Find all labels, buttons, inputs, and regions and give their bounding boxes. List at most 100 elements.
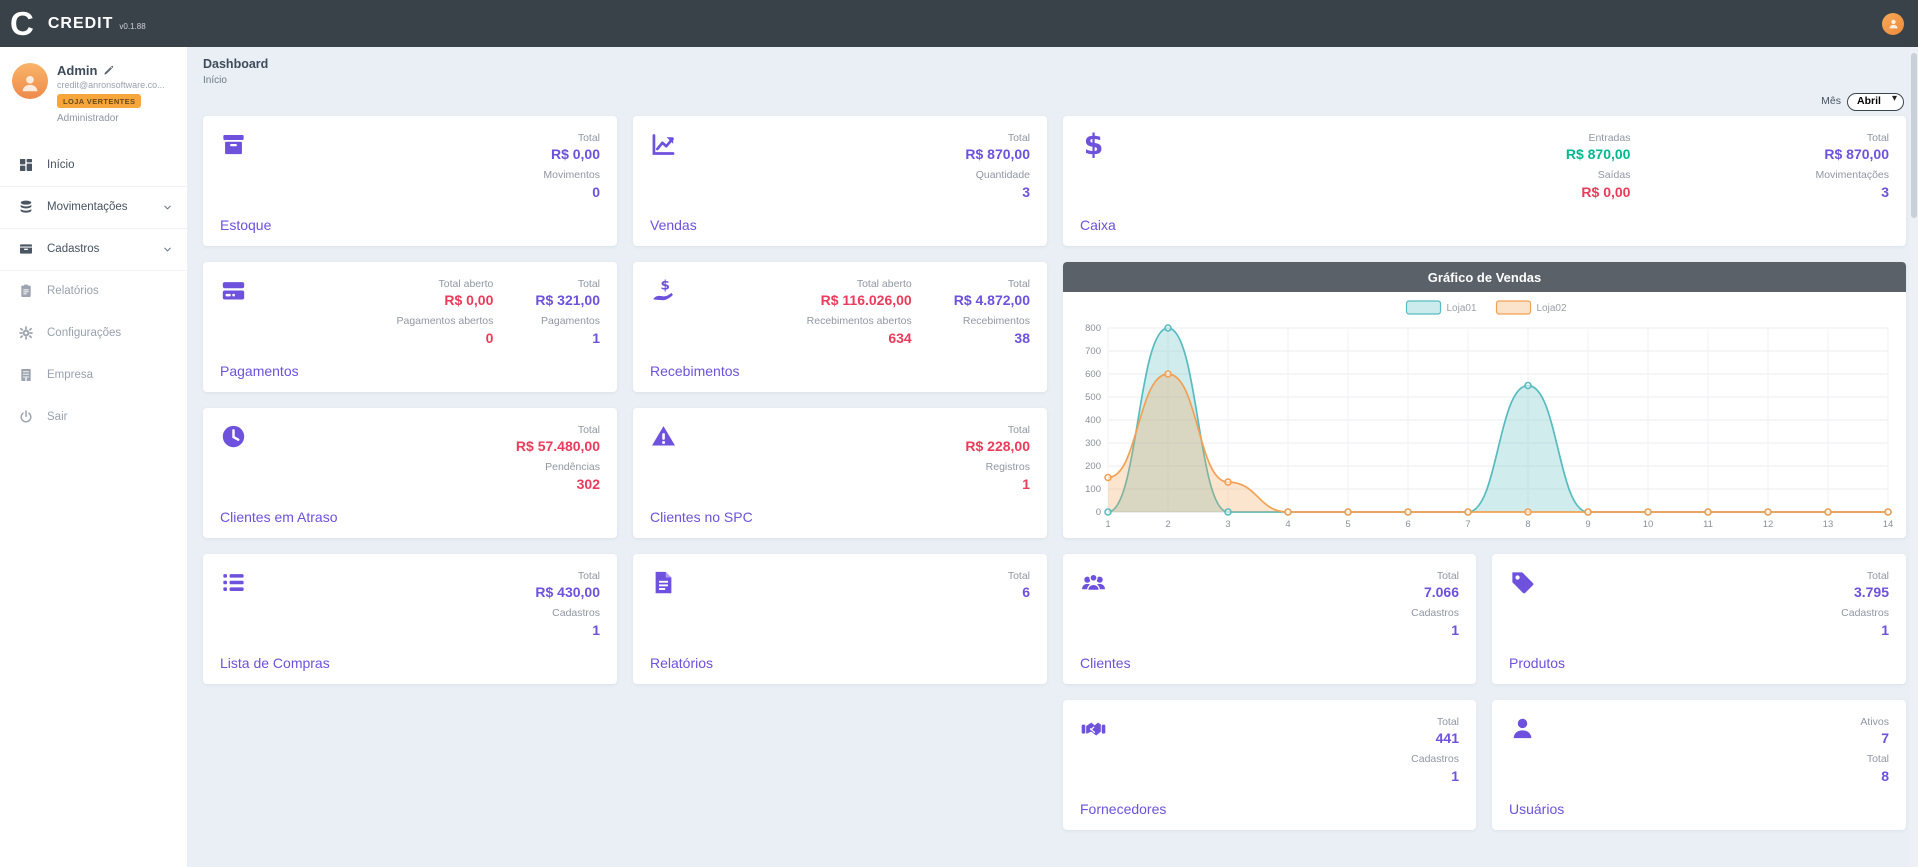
stat-label: Pagamentos abertos	[396, 314, 493, 328]
file-icon	[650, 569, 677, 596]
card-stats: TotalR$ 430,00Cadastros1	[535, 569, 600, 671]
card-lista-de-compras[interactable]: Lista de Compras TotalR$ 430,00Cadastros1	[203, 554, 617, 684]
tag-icon	[1509, 569, 1536, 596]
box-icon	[220, 131, 247, 158]
card-title: Caixa	[1080, 217, 1116, 233]
clipboard-icon	[18, 283, 34, 299]
stat-value: R$ 4.872,00	[954, 291, 1030, 309]
building-icon	[18, 367, 34, 383]
sidebar-item-label: Empresa	[47, 369, 173, 381]
stat-value: 7.066	[1424, 583, 1459, 601]
card-title: Recebimentos	[650, 363, 740, 379]
card-title: Lista de Compras	[220, 655, 330, 671]
month-filter-label: Mês	[1821, 95, 1841, 107]
card-vendas[interactable]: VendasTotalR$ 870,00Quantidade3	[633, 116, 1047, 246]
users-icon	[1080, 569, 1107, 596]
sidebar-item-empresa[interactable]: Empresa	[0, 354, 187, 396]
stat-value: 1	[1451, 767, 1459, 785]
svg-text:9: 9	[1585, 519, 1590, 530]
scrollbar-track	[1910, 47, 1918, 867]
stat-value: R$ 870,00	[1566, 145, 1631, 163]
chevron-down-icon	[162, 244, 173, 255]
card-estoque[interactable]: EstoqueTotalR$ 0,00Movimentos0	[203, 116, 617, 246]
profile-avatar[interactable]	[12, 63, 48, 99]
database-icon	[18, 199, 34, 215]
stat-label: Ativos	[1860, 715, 1889, 729]
scrollbar-thumb[interactable]	[1911, 53, 1917, 218]
grid-icon	[18, 157, 34, 173]
stat-label: Total aberto	[857, 277, 912, 291]
main-content: Dashboard Início Mês Abril EstoqueTotalR…	[187, 47, 1918, 867]
card-stats: TotalR$ 870,00Quantidade3	[965, 131, 1030, 233]
card-pagamentos[interactable]: PagamentosTotal abertoR$ 0,00Pagamentos …	[203, 262, 617, 392]
stat-label: Total	[1867, 752, 1889, 766]
card-left: Estoque	[220, 131, 271, 233]
stat-value: R$ 0,00	[1581, 183, 1630, 201]
sidebar-menu: InícioMovimentaçõesCadastrosRelatóriosCo…	[0, 144, 187, 438]
card-relatorios[interactable]: Relatórios Total6	[633, 554, 1047, 684]
stat-label: Cadastros	[1411, 752, 1459, 766]
card-clientes-no-spc[interactable]: Clientes no SPCTotalR$ 228,00Registros1	[633, 408, 1047, 538]
power-icon	[18, 409, 34, 425]
stat-label: Cadastros	[1411, 606, 1459, 620]
svg-text:$: $	[660, 277, 669, 293]
card-left: Relatórios	[650, 569, 713, 671]
card-caixa[interactable]: $CaixaEntradasR$ 870,00SaídasR$ 0,00Tota…	[1063, 116, 1906, 246]
sales-chart: 0100200300400500600700800123456789101112…	[1063, 292, 1906, 538]
month-select[interactable]: Abril	[1847, 93, 1904, 111]
sidebar-item-relatorios[interactable]: Relatórios	[0, 270, 187, 312]
topbar: C CREDIT v0.1.88	[0, 0, 1918, 47]
app-version: v0.1.88	[119, 22, 145, 31]
credit-card-icon	[220, 277, 247, 304]
card-title: Estoque	[220, 217, 271, 233]
stat-label: Total	[1437, 569, 1459, 583]
svg-text:4: 4	[1285, 519, 1290, 530]
card-fornecedores[interactable]: FornecedoresTotal441Cadastros1	[1063, 700, 1476, 830]
card-produtos[interactable]: ProdutosTotal3.795Cadastros1	[1492, 554, 1906, 684]
stat-label: Quantidade	[976, 168, 1030, 182]
stat-label: Cadastros	[552, 606, 600, 620]
svg-text:1: 1	[1105, 519, 1110, 530]
gear-icon	[18, 325, 34, 341]
chevron-down-icon	[162, 202, 173, 213]
stat-label: Total	[1008, 423, 1030, 437]
stat-label: Movimentos	[543, 168, 600, 182]
sales-area-chart: 0100200300400500600700800123456789101112…	[1063, 292, 1906, 538]
sidebar-item-configuracoes[interactable]: Configurações	[0, 312, 187, 354]
svg-text:700: 700	[1085, 346, 1101, 357]
breadcrumb: Dashboard Início	[203, 57, 1906, 86]
sidebar-item-sair[interactable]: Sair	[0, 396, 187, 438]
sidebar-item-cadastros[interactable]: Cadastros	[0, 228, 187, 270]
svg-text:Loja02: Loja02	[1537, 303, 1567, 314]
user-avatar-icon[interactable]	[1882, 13, 1904, 35]
card-clientes[interactable]: ClientesTotal7.066Cadastros1	[1063, 554, 1476, 684]
card-left: Clientes no SPC	[650, 423, 753, 525]
stat-value: 8	[1881, 767, 1889, 785]
card-title: Usuários	[1509, 801, 1564, 817]
stat-value: R$ 57.480,00	[516, 437, 600, 455]
summary-cards-right: ClientesTotal7.066Cadastros1ProdutosTota…	[1063, 554, 1906, 830]
stat-label: Pagamentos	[541, 314, 600, 328]
stat-value: 3.795	[1854, 583, 1889, 601]
stat-column: Total6	[1008, 569, 1030, 671]
breadcrumb-subtitle: Início	[203, 75, 1906, 86]
card-usuarios[interactable]: UsuáriosAtivos7Total8	[1492, 700, 1906, 830]
summary-cards-left: EstoqueTotalR$ 0,00Movimentos0VendasTota…	[203, 116, 1047, 684]
sidebar-item-inicio[interactable]: Início	[0, 144, 187, 186]
card-stats: TotalR$ 57.480,00Pendências302	[516, 423, 600, 525]
sidebar-item-movimentacoes[interactable]: Movimentações	[0, 186, 187, 228]
card-clientes-em-atraso[interactable]: Clientes em AtrasoTotalR$ 57.480,00Pendê…	[203, 408, 617, 538]
edit-pencil-icon[interactable]	[103, 65, 114, 76]
stat-column: Total7.066Cadastros1	[1411, 569, 1459, 671]
stat-label: Recebimentos abertos	[807, 314, 912, 328]
page-title: Dashboard	[203, 57, 1906, 71]
svg-text:600: 600	[1085, 369, 1101, 380]
stat-value: R$ 321,00	[535, 291, 600, 309]
svg-text:Loja01: Loja01	[1447, 303, 1477, 314]
stat-value: 441	[1436, 729, 1459, 747]
card-recebimentos[interactable]: $RecebimentosTotal abertoR$ 116.026,00Re…	[633, 262, 1047, 392]
stat-label: Total	[578, 569, 600, 583]
stat-label: Total	[1008, 569, 1030, 583]
svg-text:2: 2	[1165, 519, 1170, 530]
person-icon	[1887, 17, 1900, 30]
